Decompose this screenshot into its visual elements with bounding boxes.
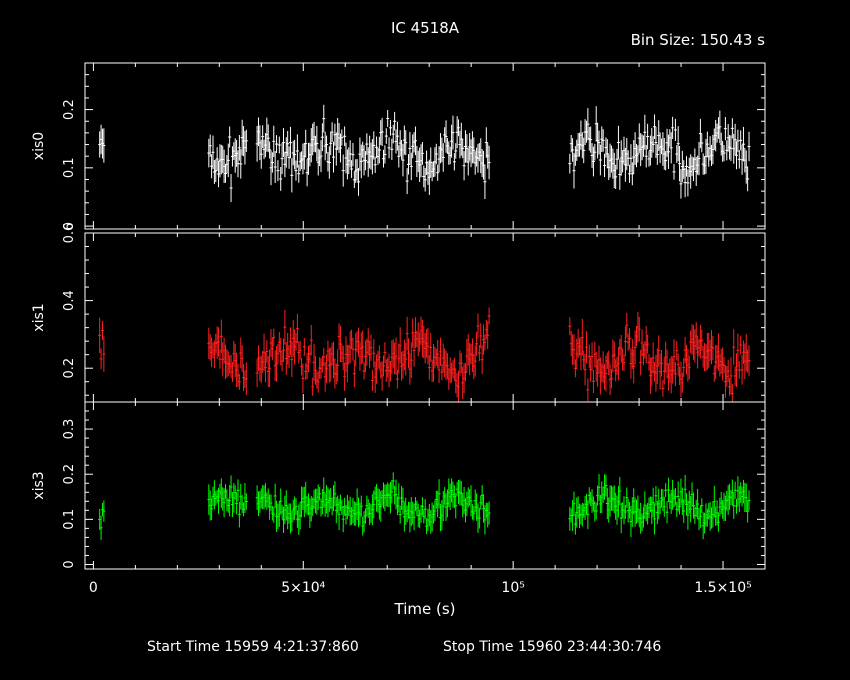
y-tick-label: 0: [62, 560, 77, 568]
y-tick-label: 0.1: [62, 157, 77, 178]
y-tick-label: 0.2: [62, 99, 77, 120]
panels: 00.10.2xis00.20.40.6xis100.10.20.3xis3: [31, 62, 766, 570]
y-tick-label: 0.4: [62, 290, 77, 311]
panel-xis3: 0 0.1 0.2 0.3 xis3: [31, 401, 766, 570]
y-tick-label: 0.1: [62, 509, 77, 530]
x-tick-label: 0: [89, 580, 98, 596]
series-xis0: [98, 104, 751, 203]
x-axis: 0 5×10⁴ 10⁵ 1.5×10⁵: [89, 580, 752, 596]
x-tick-label: 1.5×10⁵: [694, 580, 751, 596]
chart-title: IC 4518A: [391, 19, 460, 37]
stop-time: Stop Time 15960 23:44:30:746: [443, 639, 661, 655]
y-axis-label-xis0: xis0: [31, 132, 47, 160]
bin-size-label: Bin Size: 150.43 s: [631, 31, 766, 49]
y-tick-label: 0.3: [62, 419, 77, 440]
series-xis1: [98, 307, 751, 402]
light-curve-figure: IC 4518A Bin Size: 150.43 s 0 0.1 0.2 xis0 0…: [31, 19, 766, 655]
panel-xis0: 00.10.2xis0: [31, 62, 766, 230]
y-axis-label-xis1: xis1: [31, 303, 47, 331]
x-axis-label: Time (s): [394, 600, 456, 618]
panel-frame: [84, 401, 766, 570]
y-tick-label: 0.2: [62, 464, 77, 485]
x-tick-label: 10⁵: [501, 580, 524, 596]
x-tick-label: 5×10⁴: [281, 580, 325, 596]
y-axis-label-xis3: xis3: [31, 471, 47, 499]
panel-xis1: 0.2 0.4 0.6 xis1: [31, 223, 766, 403]
start-time: Start Time 15959 4:21:37:860: [147, 639, 359, 655]
series-xis3: [98, 472, 751, 540]
y-tick-label: 0.2: [62, 358, 77, 379]
y-tick-label: 0.6: [62, 223, 77, 244]
panel-frame: [84, 232, 766, 403]
